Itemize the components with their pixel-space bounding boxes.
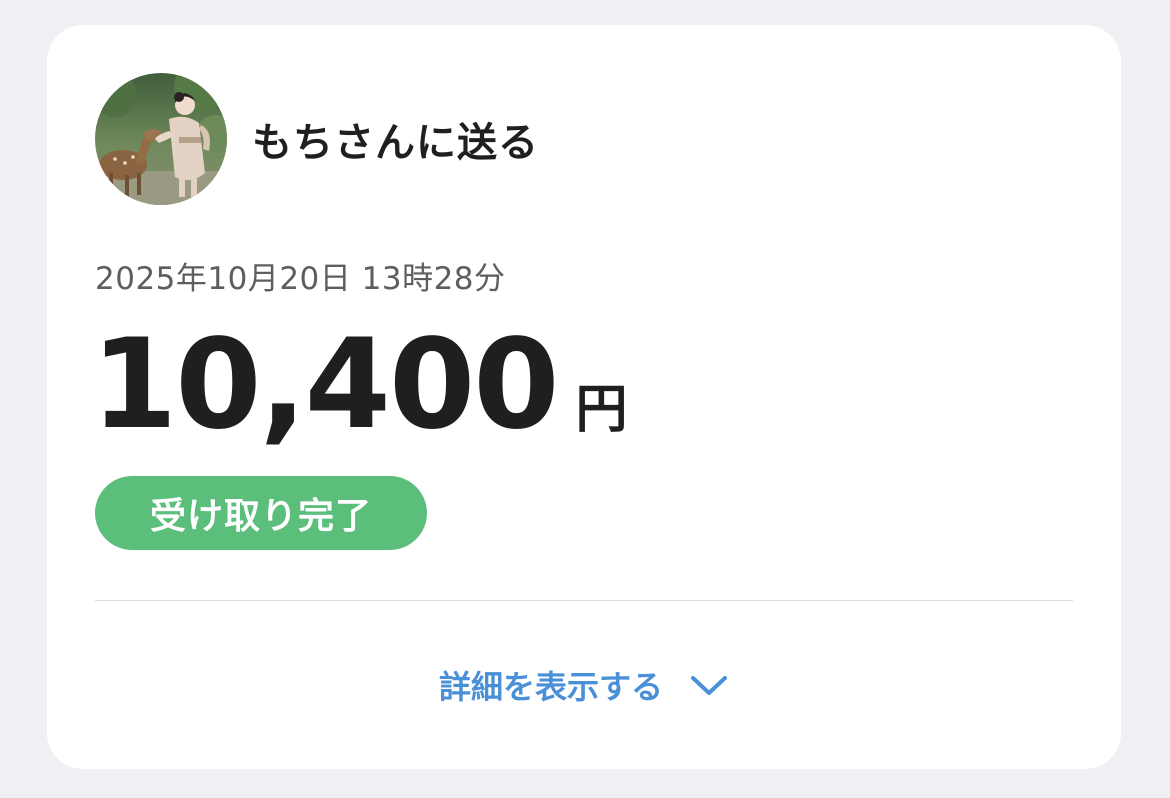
show-details-label: 詳細を表示する — [438, 668, 663, 706]
recipient-header: もちさんに送る — [95, 73, 539, 205]
transaction-datetime: 2025年10月20日 13時28分 — [95, 261, 506, 297]
show-details-button[interactable]: 詳細を表示する — [47, 657, 1121, 713]
transaction-card: もちさんに送る 2025年10月20日 13時28分 10,400 円 受け取り… — [47, 25, 1121, 769]
currency-unit: 円 — [575, 380, 628, 440]
amount: 10,400 円 — [91, 323, 628, 447]
amount-value: 10,400 — [91, 313, 560, 457]
chevron-down-icon — [689, 673, 729, 697]
avatar — [95, 73, 227, 205]
avatar-photo — [95, 73, 227, 205]
recipient-title: もちさんに送る — [252, 120, 539, 166]
status-badge: 受け取り完了 — [95, 476, 427, 550]
divider — [95, 600, 1073, 601]
